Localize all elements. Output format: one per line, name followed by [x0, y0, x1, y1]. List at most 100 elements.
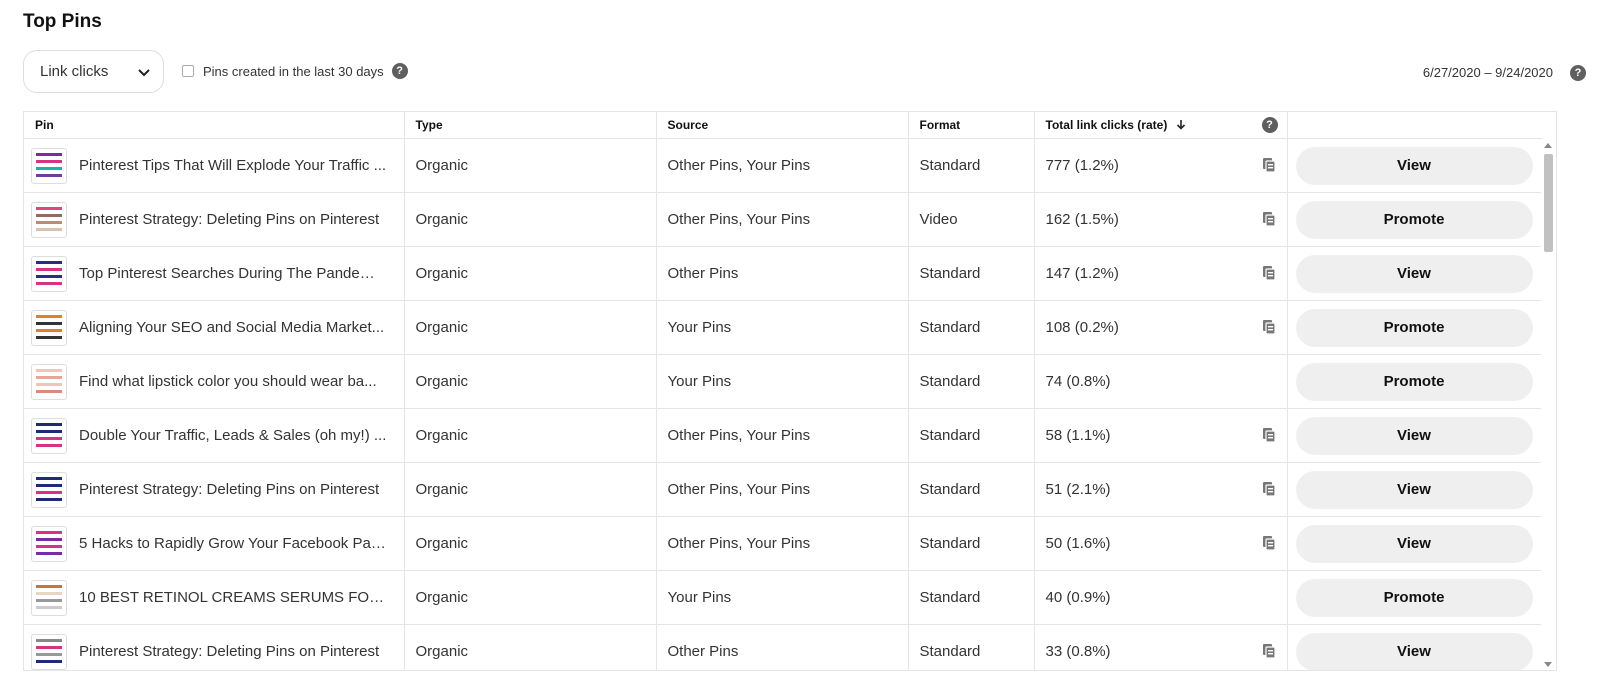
link-clicks-cell: 162 (1.5%) — [1034, 192, 1288, 247]
metric-dropdown[interactable]: Link clicks — [23, 50, 164, 93]
pin-thumbnail[interactable] — [31, 525, 67, 562]
thumbnail-stripe — [36, 227, 62, 231]
recent-pins-checkbox[interactable] — [182, 65, 194, 77]
question-circle-icon[interactable]: ? — [1261, 117, 1278, 133]
view-button[interactable]: View — [1295, 416, 1533, 455]
pin-title[interactable]: Find what lipstick color you should wear… — [79, 373, 377, 390]
promote-button[interactable]: Promote — [1295, 362, 1533, 401]
view-button[interactable]: View — [1295, 524, 1533, 563]
type-cell: Organic — [404, 192, 657, 247]
source-cell: Other Pins, Your Pins — [656, 192, 909, 247]
copy-icon[interactable] — [1262, 427, 1276, 443]
scroll-thumb[interactable] — [1544, 154, 1553, 252]
source-cell: Your Pins — [656, 354, 909, 409]
scroll-down-arrow[interactable] — [1544, 662, 1552, 667]
pin-cell[interactable]: Top Pinterest Searches During The Pandem… — [24, 246, 405, 301]
pin-cell-content: Pinterest Strategy: Deleting Pins on Pin… — [31, 633, 393, 670]
link-clicks-cell: 40 (0.9%) — [1034, 570, 1288, 625]
view-button[interactable]: View — [1295, 470, 1533, 509]
pin-cell[interactable]: Double Your Traffic, Leads & Sales (oh m… — [24, 408, 405, 463]
table-row[interactable]: Pinterest Strategy: Deleting Pins on Pin… — [24, 192, 1542, 247]
thumbnail-stripe — [36, 220, 62, 224]
pin-thumbnail[interactable] — [31, 633, 67, 670]
pin-thumbnail[interactable] — [31, 255, 67, 292]
pin-title[interactable]: Double Your Traffic, Leads & Sales (oh m… — [79, 427, 386, 444]
scroll-up-arrow[interactable] — [1544, 143, 1552, 148]
copy-icon[interactable] — [1262, 535, 1276, 551]
question-circle-icon[interactable]: ? — [391, 63, 408, 79]
copy-icon[interactable] — [1262, 319, 1276, 335]
copy-icon[interactable] — [1262, 265, 1276, 281]
pin-cell[interactable]: Pinterest Strategy: Deleting Pins on Pin… — [24, 192, 405, 247]
type-cell: Organic — [404, 516, 657, 571]
copy-icon[interactable] — [1262, 643, 1276, 659]
table-row[interactable]: Double Your Traffic, Leads & Sales (oh m… — [24, 408, 1542, 463]
pin-title[interactable]: Aligning Your SEO and Social Media Marke… — [79, 319, 384, 336]
table-row[interactable]: Top Pinterest Searches During The Pandem… — [24, 246, 1542, 301]
pin-title[interactable]: Pinterest Strategy: Deleting Pins on Pin… — [79, 643, 379, 660]
column-header-total-link-clicks[interactable]: Total link clicks (rate) ? — [1034, 112, 1288, 139]
question-circle-icon[interactable]: ? — [1570, 65, 1586, 81]
recent-pins-label[interactable]: Pins created in the last 30 days — [203, 64, 384, 79]
format-cell: Standard — [908, 300, 1035, 355]
copy-icon[interactable] — [1262, 157, 1276, 173]
pin-title[interactable]: 10 BEST RETINOL CREAMS SERUMS FOR A... — [79, 589, 387, 606]
link-clicks-cell: 33 (0.8%) — [1034, 624, 1288, 670]
pin-cell[interactable]: Pinterest Strategy: Deleting Pins on Pin… — [24, 462, 405, 517]
pin-cell[interactable]: Find what lipstick color you should wear… — [24, 354, 405, 409]
pin-title[interactable]: Top Pinterest Searches During The Pandem… — [79, 265, 387, 282]
pin-cell[interactable]: 10 BEST RETINOL CREAMS SERUMS FOR A... — [24, 570, 405, 625]
thumbnail-stripe — [36, 422, 62, 426]
pin-thumbnail[interactable] — [31, 309, 67, 346]
table-row[interactable]: Aligning Your SEO and Social Media Marke… — [24, 300, 1542, 355]
table-scrollbar[interactable] — [1541, 139, 1556, 670]
table-row[interactable]: Find what lipstick color you should wear… — [24, 354, 1542, 409]
pin-cell[interactable]: Pinterest Tips That Will Explode Your Tr… — [24, 138, 405, 193]
link-clicks-cell: 50 (1.6%) — [1034, 516, 1288, 571]
pin-thumbnail[interactable] — [31, 471, 67, 508]
column-header-source[interactable]: Source — [656, 112, 909, 139]
column-header-type[interactable]: Type — [404, 112, 657, 139]
table-row[interactable]: Pinterest Strategy: Deleting Pins on Pin… — [24, 624, 1542, 670]
view-button[interactable]: View — [1295, 632, 1533, 670]
copy-icon[interactable] — [1262, 211, 1276, 227]
pin-cell-content: Double Your Traffic, Leads & Sales (oh m… — [31, 417, 393, 454]
link-clicks-cell: 147 (1.2%) — [1034, 246, 1288, 301]
thumbnail-stripe — [36, 328, 62, 332]
pin-thumbnail[interactable] — [31, 417, 67, 454]
copy-icon[interactable] — [1262, 481, 1276, 497]
view-button[interactable]: View — [1295, 146, 1533, 185]
pin-title[interactable]: 5 Hacks to Rapidly Grow Your Facebook Pa… — [79, 535, 387, 552]
link-clicks-cell: 51 (2.1%) — [1034, 462, 1288, 517]
pin-cell-content: Find what lipstick color you should wear… — [31, 363, 393, 400]
action-cell: Promote — [1287, 570, 1542, 625]
pin-thumbnail[interactable] — [31, 147, 67, 184]
type-cell: Organic — [404, 462, 657, 517]
link-clicks-value: 51 (2.1%) — [1045, 481, 1111, 498]
promote-button[interactable]: Promote — [1295, 308, 1533, 347]
link-clicks-value: 74 (0.8%) — [1045, 373, 1111, 390]
table-row[interactable]: 10 BEST RETINOL CREAMS SERUMS FOR A... O… — [24, 570, 1542, 625]
pin-thumbnail[interactable] — [31, 579, 67, 616]
table-row[interactable]: 5 Hacks to Rapidly Grow Your Facebook Pa… — [24, 516, 1542, 571]
type-cell: Organic — [404, 354, 657, 409]
column-header-format[interactable]: Format — [908, 112, 1035, 139]
format-cell: Standard — [908, 624, 1035, 670]
promote-button[interactable]: Promote — [1295, 200, 1533, 239]
source-cell: Other Pins, Your Pins — [656, 408, 909, 463]
table-row[interactable]: Pinterest Strategy: Deleting Pins on Pin… — [24, 462, 1542, 517]
table-row[interactable]: Pinterest Tips That Will Explode Your Tr… — [24, 138, 1542, 193]
action-cell: View — [1287, 408, 1542, 463]
pin-thumbnail[interactable] — [31, 201, 67, 238]
pin-cell-content: 10 BEST RETINOL CREAMS SERUMS FOR A... — [31, 579, 393, 616]
column-header-pin[interactable]: Pin — [24, 112, 405, 139]
pin-title[interactable]: Pinterest Strategy: Deleting Pins on Pin… — [79, 481, 379, 498]
pin-cell[interactable]: 5 Hacks to Rapidly Grow Your Facebook Pa… — [24, 516, 405, 571]
pin-title[interactable]: Pinterest Tips That Will Explode Your Tr… — [79, 157, 386, 174]
pin-title[interactable]: Pinterest Strategy: Deleting Pins on Pin… — [79, 211, 379, 228]
view-button[interactable]: View — [1295, 254, 1533, 293]
promote-button[interactable]: Promote — [1295, 578, 1533, 617]
pin-cell[interactable]: Pinterest Strategy: Deleting Pins on Pin… — [24, 624, 405, 670]
pin-thumbnail[interactable] — [31, 363, 67, 400]
pin-cell[interactable]: Aligning Your SEO and Social Media Marke… — [24, 300, 405, 355]
